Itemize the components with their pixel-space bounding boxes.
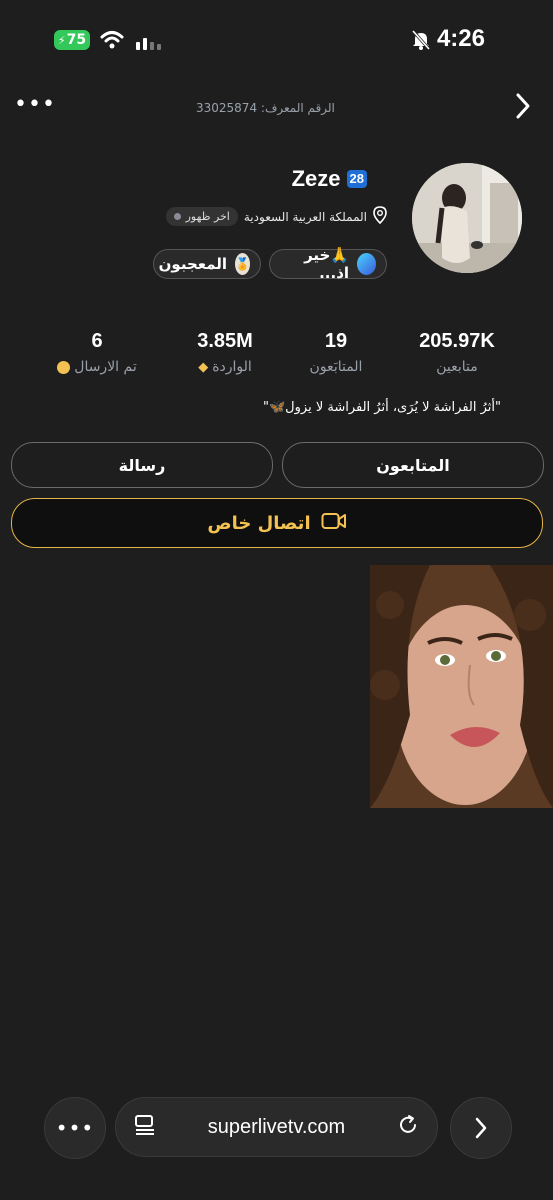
stat-label-text: متابعين	[436, 359, 478, 375]
status-chip-text: 🙏خير اذ...	[304, 246, 350, 282]
stat-sent[interactable]: 6 تم الارسال	[32, 330, 162, 375]
stat-value: 205.97K	[419, 330, 495, 352]
battery-indicator: ⚡ 75	[54, 30, 90, 50]
admirers-chip[interactable]: 🏅 المعجبون	[153, 249, 261, 279]
status-dot	[173, 213, 181, 220]
medal-icon: 🏅	[235, 253, 250, 275]
ellipsis-icon: •••	[55, 1116, 95, 1140]
stat-label-text: تم الارسال	[74, 359, 137, 375]
url-bar[interactable]: superlivetv.com	[115, 1097, 438, 1157]
reader-mode-icon[interactable]	[134, 1114, 156, 1140]
location-pin-icon	[373, 206, 387, 227]
chevron-right-icon	[475, 1117, 487, 1139]
more-options-button[interactable]: •••	[14, 92, 56, 117]
stat-label: متابعين	[392, 359, 522, 375]
chevron-right-icon	[516, 93, 530, 119]
stat-received[interactable]: 3.85M الواردة ◆	[160, 330, 290, 375]
private-call-label: اتصال خاص	[207, 512, 311, 534]
last-seen-badge: اخر ظهور	[165, 207, 238, 226]
diamond-icon: ◆	[198, 359, 209, 375]
level-badge: 28	[346, 170, 367, 188]
stat-label: المتابَعون	[271, 359, 401, 375]
stat-value: 6	[91, 330, 103, 352]
battery-level: 75	[66, 32, 87, 48]
url-text[interactable]: superlivetv.com	[208, 1116, 345, 1139]
avatar[interactable]	[412, 163, 522, 273]
profile-photo[interactable]	[370, 565, 553, 808]
wifi-icon	[100, 30, 124, 54]
stat-label: الواردة ◆	[160, 359, 290, 375]
stat-label-text: الواردة	[212, 359, 252, 375]
stat-value: 19	[324, 330, 348, 352]
profile-name: Zeze	[291, 166, 341, 191]
profile-name-row: Zeze 28	[292, 166, 367, 192]
message-button[interactable]: رسالة	[11, 442, 273, 488]
stat-following[interactable]: 19 المتابَعون	[271, 330, 401, 375]
forward-chevron-button[interactable]	[515, 92, 531, 124]
profile-chips: 🙏خير اذ... 🏅 المعجبون	[153, 246, 387, 282]
location-row: المملكة العربية السعودية اخر ظهور	[165, 206, 387, 227]
coin-icon	[57, 360, 71, 374]
stat-value: 3.85M	[197, 330, 253, 352]
signal-icon	[136, 32, 162, 54]
charging-bolt-icon: ⚡	[57, 33, 66, 47]
user-id-line: الرقم المعرف: 33025874	[196, 101, 335, 115]
user-id-value: 33025874	[196, 101, 258, 115]
stat-label-text: المتابَعون	[309, 359, 363, 375]
reload-icon[interactable]	[397, 1114, 419, 1140]
user-id-label: الرقم المعرف:	[260, 101, 335, 115]
bio-text: "أثرُ الفراشة لا يُرَى، أثرُ الفراشة لا …	[263, 400, 501, 415]
agency-badge-icon	[357, 253, 376, 275]
clock: 4:26	[436, 25, 485, 52]
last-seen-text: اخر ظهور	[185, 210, 230, 223]
bell-mute-icon	[411, 30, 431, 54]
stat-label: تم الارسال	[32, 359, 162, 375]
country-label: المملكة العربية السعودية	[243, 209, 367, 224]
video-camera-icon	[321, 512, 347, 535]
browser-forward-button[interactable]	[450, 1097, 512, 1159]
browser-more-button[interactable]: •••	[44, 1097, 106, 1159]
follow-button[interactable]: المتابعون	[282, 442, 544, 488]
private-call-button[interactable]: اتصال خاص	[11, 498, 543, 548]
admirers-chip-text: المعجبون	[158, 255, 228, 273]
stat-followers[interactable]: 205.97K متابعين	[392, 330, 522, 375]
status-chip[interactable]: 🙏خير اذ...	[269, 246, 387, 282]
